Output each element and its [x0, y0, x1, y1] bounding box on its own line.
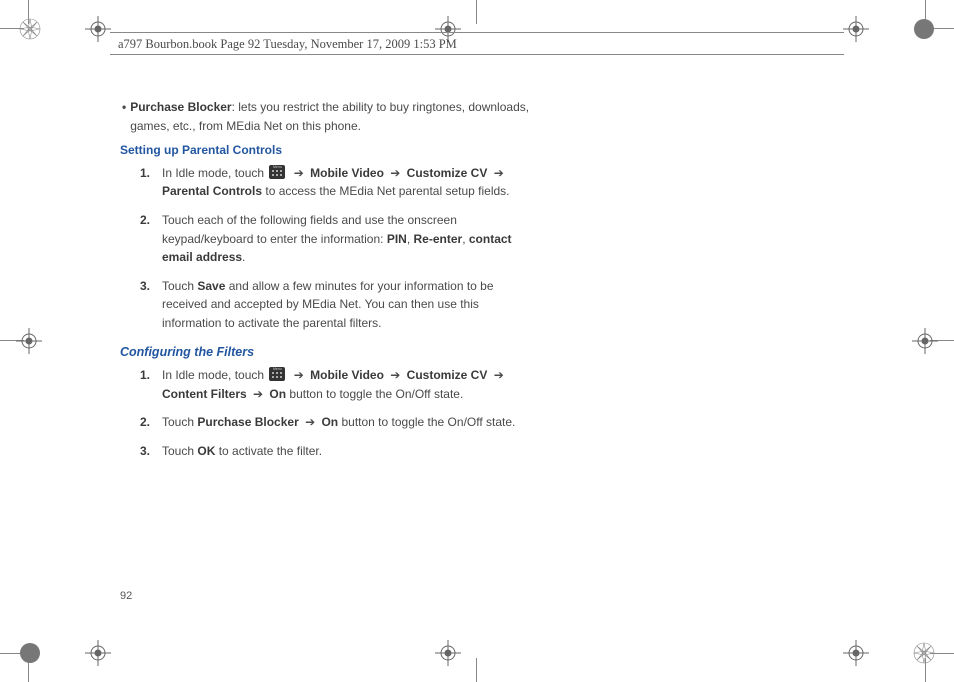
text: ,: [462, 232, 469, 246]
bullet-title: Purchase Blocker: [130, 100, 231, 114]
arrow-icon: ➔: [302, 415, 321, 429]
bullet-text: Purchase Blocker: lets you restrict the …: [130, 98, 540, 135]
step-body: Touch each of the following fields and u…: [162, 211, 540, 267]
text: Touch: [162, 444, 197, 458]
steps-filters: 1. In Idle mode, touch ➔ Mobile Video ➔ …: [120, 366, 540, 460]
header-rule: [110, 54, 844, 55]
arrow-icon: ➔: [487, 368, 506, 382]
text-bold: Mobile Video: [310, 166, 384, 180]
list-item: 3. Touch OK to activate the filter.: [140, 442, 540, 461]
star-mark-icon: [18, 641, 42, 665]
text: to access the MEdia Net parental setup f…: [262, 184, 509, 198]
text: to activate the filter.: [215, 444, 322, 458]
text-bold: On: [321, 415, 338, 429]
text-bold: Mobile Video: [310, 368, 384, 382]
page-content: • Purchase Blocker: lets you restrict th…: [120, 98, 540, 470]
text: button to toggle the On/Off state.: [338, 415, 515, 429]
text-bold: Save: [197, 279, 225, 293]
crop-mark: [476, 658, 477, 682]
list-item: 2. Touch each of the following fields an…: [140, 211, 540, 267]
text-bold: Parental Controls: [162, 184, 262, 198]
step-body: Touch Save and allow a few minutes for y…: [162, 277, 540, 333]
text-bold: Re-enter: [414, 232, 463, 246]
arrow-icon: ➔: [487, 166, 506, 180]
heading-configuring: Configuring the Filters: [120, 343, 540, 362]
step-body: In Idle mode, touch ➔ Mobile Video ➔ Cus…: [162, 366, 540, 403]
text-bold: On: [269, 387, 286, 401]
text: Touch: [162, 415, 197, 429]
header-rule: [110, 32, 844, 33]
list-item: 1. In Idle mode, touch ➔ Mobile Video ➔ …: [140, 366, 540, 403]
registration-mark-icon: [843, 16, 869, 42]
step-number: 2.: [140, 211, 162, 267]
registration-mark-icon: [85, 640, 111, 666]
menu-icon: [269, 165, 285, 179]
text-bold: OK: [197, 444, 215, 458]
step-body: In Idle mode, touch ➔ Mobile Video ➔ Cus…: [162, 164, 540, 201]
registration-mark-icon: [85, 16, 111, 42]
step-body: Touch Purchase Blocker ➔ On button to to…: [162, 413, 540, 432]
registration-mark-icon: [912, 328, 938, 354]
star-mark-icon: [18, 17, 42, 41]
step-number: 1.: [140, 366, 162, 403]
arrow-icon: ➔: [287, 368, 310, 382]
text-bold: Customize CV: [407, 368, 488, 382]
step-number: 2.: [140, 413, 162, 432]
steps-parental: 1. In Idle mode, touch ➔ Mobile Video ➔ …: [120, 164, 540, 333]
arrow-icon: ➔: [384, 368, 407, 382]
text: ,: [407, 232, 414, 246]
text: .: [242, 250, 245, 264]
arrow-icon: ➔: [287, 166, 310, 180]
text-bold: PIN: [387, 232, 407, 246]
heading-setting-up: Setting up Parental Controls: [120, 141, 540, 160]
text: In Idle mode, touch: [162, 166, 267, 180]
star-mark-icon: [912, 17, 936, 41]
text-bold: Content Filters: [162, 387, 247, 401]
list-item: 2. Touch Purchase Blocker ➔ On button to…: [140, 413, 540, 432]
text-bold: Purchase Blocker: [197, 415, 302, 429]
bullet-item: • Purchase Blocker: lets you restrict th…: [120, 98, 540, 135]
text: button to toggle the On/Off state.: [286, 387, 463, 401]
registration-mark-icon: [843, 640, 869, 666]
menu-icon: [269, 367, 285, 381]
step-number: 1.: [140, 164, 162, 201]
step-number: 3.: [140, 442, 162, 461]
bullet-marker: •: [120, 98, 130, 135]
step-number: 3.: [140, 277, 162, 333]
header-text: a797 Bourbon.book Page 92 Tuesday, Novem…: [118, 37, 457, 52]
arrow-icon: ➔: [247, 387, 270, 401]
list-item: 1. In Idle mode, touch ➔ Mobile Video ➔ …: [140, 164, 540, 201]
crop-mark: [476, 0, 477, 24]
text: Touch: [162, 279, 197, 293]
text-bold: Customize CV: [407, 166, 488, 180]
registration-mark-icon: [435, 640, 461, 666]
list-item: 3. Touch Save and allow a few minutes fo…: [140, 277, 540, 333]
registration-mark-icon: [16, 328, 42, 354]
page-number: 92: [120, 590, 132, 602]
text: In Idle mode, touch: [162, 368, 267, 382]
star-mark-icon: [912, 641, 936, 665]
step-body: Touch OK to activate the filter.: [162, 442, 540, 461]
arrow-icon: ➔: [384, 166, 407, 180]
